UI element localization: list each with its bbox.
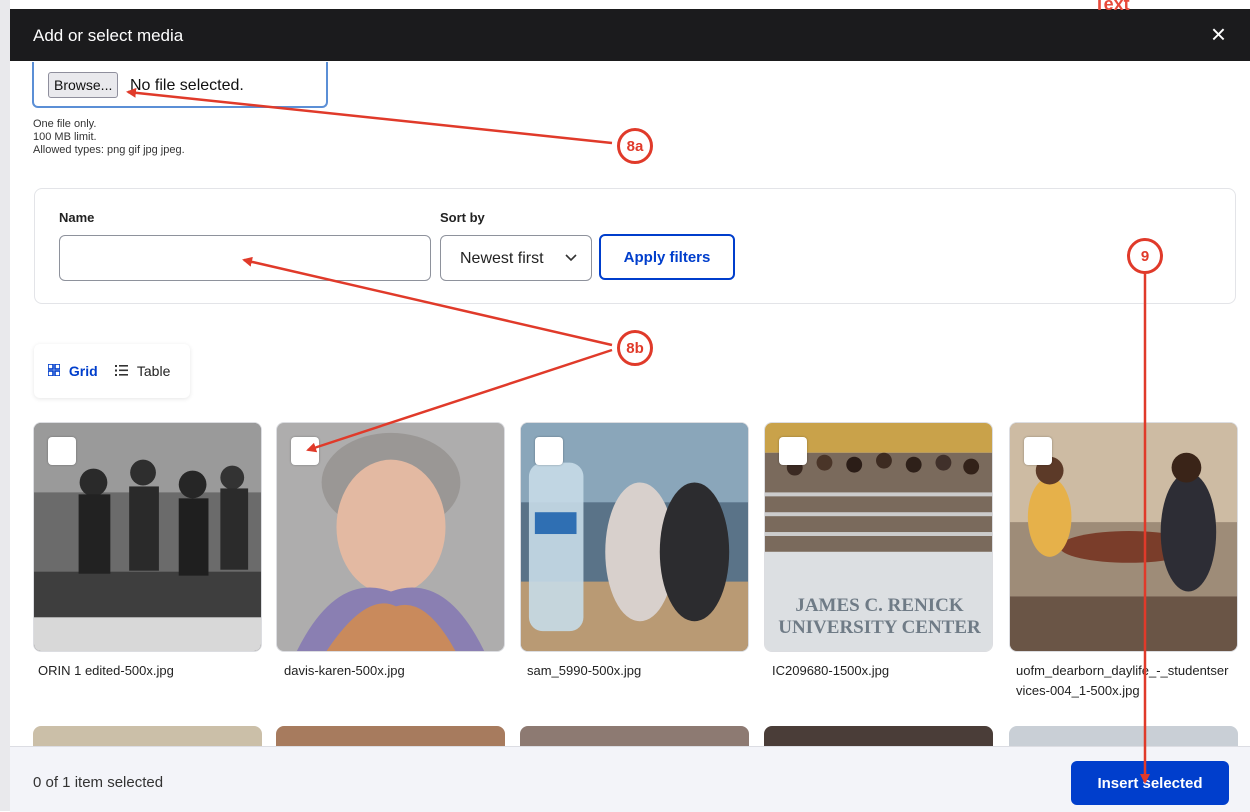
dialog-title: Add or select media bbox=[33, 26, 184, 45]
filters-panel: Name Sort by Newest first Apply filters bbox=[34, 188, 1236, 304]
callout-9: 9 bbox=[1127, 238, 1163, 274]
upload-help: One file only. 100 MB limit. Allowed typ… bbox=[33, 118, 185, 157]
media-card[interactable] bbox=[33, 422, 262, 652]
media-filename: sam_5990-500x.jpg bbox=[527, 663, 642, 678]
list-icon bbox=[115, 363, 132, 379]
upload-help-line: 100 MB limit. bbox=[33, 131, 97, 143]
media-filename: davis-karen-500x.jpg bbox=[284, 663, 405, 678]
name-input[interactable] bbox=[59, 235, 431, 281]
sort-select[interactable]: Newest first bbox=[440, 235, 592, 281]
media-filename: ORIN 1 edited-500x.jpg bbox=[38, 663, 174, 678]
select-checkbox[interactable] bbox=[48, 437, 76, 465]
chevron-down-icon bbox=[565, 250, 577, 265]
corner-annotation-text: Text bbox=[1094, 0, 1130, 14]
view-grid-toggle[interactable]: Grid bbox=[47, 363, 98, 379]
view-table-toggle[interactable]: Table bbox=[115, 363, 170, 379]
view-switcher: Grid Table bbox=[34, 344, 190, 398]
media-filename: uofm_dearborn_daylife_-_studentservices-… bbox=[1016, 663, 1229, 698]
file-status: No file selected. bbox=[130, 77, 244, 94]
close-icon[interactable]: × bbox=[1211, 21, 1226, 47]
media-card[interactable] bbox=[276, 422, 505, 652]
callout-8b: 8b bbox=[617, 330, 653, 366]
callout-8a: 8a bbox=[617, 128, 653, 164]
media-card[interactable] bbox=[520, 422, 749, 652]
browse-button[interactable]: Browse... bbox=[48, 72, 119, 98]
sign-text: UNIVERSITY CENTER bbox=[778, 617, 981, 638]
media-card[interactable]: JAMES C. RENICK UNIVERSITY CENTER bbox=[764, 422, 993, 652]
select-checkbox[interactable] bbox=[535, 437, 563, 465]
upload-help-line: Allowed types: png gif jpg jpeg. bbox=[33, 144, 185, 156]
sort-value: Newest first bbox=[460, 250, 544, 267]
sign-text: JAMES C. RENICK bbox=[795, 595, 964, 616]
grid-icon bbox=[47, 363, 64, 379]
dialog-footer: 0 of 1 item selected Insert selected bbox=[10, 746, 1250, 812]
insert-selected-button[interactable]: Insert selected bbox=[1071, 761, 1229, 805]
upload-help-line: One file only. bbox=[33, 118, 97, 130]
selection-count: 0 of 1 item selected bbox=[33, 774, 164, 791]
select-checkbox[interactable] bbox=[291, 437, 319, 465]
dialog-header: Add or select media × bbox=[10, 9, 1250, 61]
media-card[interactable] bbox=[1009, 422, 1238, 652]
select-checkbox[interactable] bbox=[1024, 437, 1052, 465]
file-upload-field[interactable]: Browse... No file selected. bbox=[32, 62, 328, 108]
sort-label: Sort by bbox=[440, 210, 485, 225]
left-edge bbox=[0, 0, 10, 811]
grid-label: Grid bbox=[68, 363, 98, 379]
apply-filters-button[interactable]: Apply filters bbox=[599, 234, 735, 280]
media-filename: IC209680-1500x.jpg bbox=[772, 663, 890, 678]
table-label: Table bbox=[136, 363, 171, 379]
select-checkbox[interactable] bbox=[779, 437, 807, 465]
name-label: Name bbox=[59, 210, 95, 225]
